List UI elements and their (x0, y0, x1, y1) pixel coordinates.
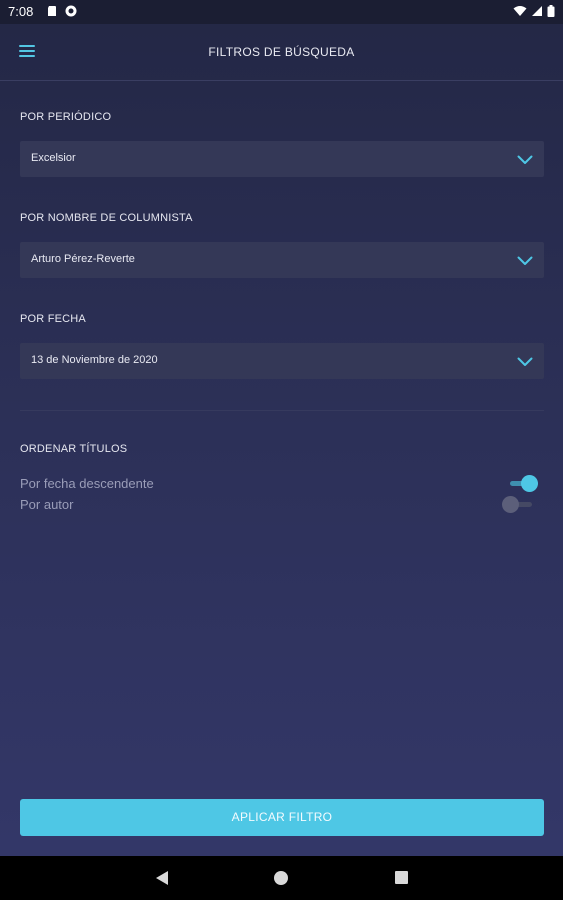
status-time: 7:08 (8, 4, 34, 19)
sort-option-autor: Por autor (20, 497, 74, 512)
back-icon[interactable] (156, 871, 168, 885)
columnista-label: POR NOMBRE DE COLUMNISTA (20, 212, 193, 224)
recent-apps-icon[interactable] (395, 871, 408, 884)
sort-fecha-toggle[interactable] (506, 475, 540, 493)
fecha-value: 13 de Noviembre de 2020 (31, 354, 158, 366)
columnista-value: Arturo Pérez-Reverte (31, 253, 135, 265)
signal-icon (532, 6, 542, 16)
columnista-dropdown[interactable]: Arturo Pérez-Reverte (20, 242, 544, 278)
sd-card-icon (48, 6, 56, 16)
system-nav-bar (0, 856, 563, 900)
periodico-dropdown[interactable]: Excelsior (20, 141, 544, 177)
chevron-down-icon (517, 155, 533, 164)
sort-autor-toggle[interactable] (500, 496, 534, 514)
periodico-value: Excelsior (31, 152, 76, 164)
page-title: FILTROS DE BÚSQUEDA (208, 45, 355, 59)
sort-option-fecha: Por fecha descendente (20, 476, 154, 491)
sync-icon (65, 5, 77, 17)
status-bar: 7:08 (0, 0, 563, 24)
section-divider (20, 410, 544, 411)
home-icon[interactable] (274, 871, 288, 885)
sort-label: ORDENAR TÍTULOS (20, 443, 128, 455)
periodico-label: POR PERIÓDICO (20, 111, 112, 123)
wifi-icon (513, 6, 527, 16)
apply-filter-button[interactable]: APLICAR FILTRO (20, 799, 544, 836)
chevron-down-icon (517, 357, 533, 366)
fecha-dropdown[interactable]: 13 de Noviembre de 2020 (20, 343, 544, 379)
battery-icon (547, 5, 555, 17)
app-bar: FILTROS DE BÚSQUEDA (0, 24, 563, 81)
app-screen: 7:08 FILTROS DE BÚSQUEDA POR PERIÓDICO E… (0, 0, 563, 900)
chevron-down-icon (517, 256, 533, 265)
fecha-label: POR FECHA (20, 313, 86, 325)
